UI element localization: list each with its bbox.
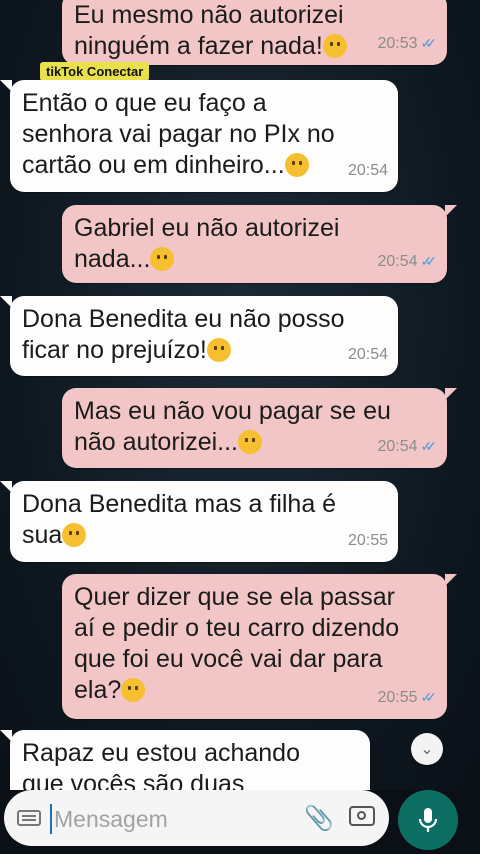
paperclip-icon[interactable]: 📎 [304,804,334,833]
message-text: Rapaz eu estou achando que vocês são dua… [22,739,300,790]
message-time: 20:54 [347,162,388,179]
message-meta: 20:54 ✓✓ [377,246,437,277]
message-time: 20:55 [347,532,388,549]
message-in[interactable]: Rapaz eu estou achando que vocês são dua… [0,730,370,790]
fuming-face-emoji [322,34,347,58]
mic-button[interactable] [398,790,458,850]
message-out[interactable]: Gabriel eu não autorizei nada... 20:54 ✓✓ [62,205,457,283]
message-out[interactable]: Mas eu não vou pagar se eu não autorizei… [62,388,457,468]
worried-face-emoji [206,338,231,362]
double-check-icon: ✓✓ [420,438,438,454]
fuming-face-emoji [238,430,262,454]
message-input[interactable]: Mensagem 📎 [4,790,389,846]
double-check-icon: ✓✓ [420,689,438,705]
message-out[interactable]: Eu mesmo não autorizei ninguém a fazer n… [62,0,447,65]
message-in[interactable]: Então o que eu faço a senhora vai pagar … [0,80,398,192]
double-check-icon: ✓✓ [420,35,438,51]
hushed-face-emoji [62,523,87,547]
message-text: Dona Benedita eu não posso ficar no prej… [22,305,345,364]
message-text: Mas eu não vou pagar se eu não autorizei… [74,397,391,456]
fuming-face-emoji [150,247,175,271]
watermark-badge: tikTok Conectar [40,62,150,81]
message-in[interactable]: Dona Benedita mas a filha é sua 20:55 [0,481,398,562]
text-caret [50,804,52,834]
keyboard-icon[interactable] [17,810,41,826]
message-meta: 20:54 [348,155,388,186]
thinking-face-emoji [284,153,309,177]
scroll-down-button[interactable]: ⌄ [411,733,443,765]
message-meta: 20:54 ✓✓ [377,431,437,462]
chat-area[interactable]: Eu mesmo não autorizei ninguém a fazer n… [0,0,480,790]
chevron-down-icon: ⌄ [420,741,434,758]
camera-icon[interactable] [349,806,375,826]
message-meta: 20:53 ✓✓ [377,28,437,59]
message-time: 20:53 [377,35,418,52]
message-time: 20:54 [377,438,418,455]
message-time: 20:55 [377,689,418,706]
message-placeholder: Mensagem [54,806,168,832]
mic-icon [418,808,438,832]
message-time: 20:54 [377,253,418,270]
message-text: Eu mesmo não autorizei ninguém a fazer n… [74,1,344,60]
message-in[interactable]: Dona Benedita eu não posso ficar no prej… [0,296,398,376]
raised-eyebrow-face-emoji [121,678,146,702]
double-check-icon: ✓✓ [420,253,438,269]
composer-bar: Mensagem 📎 [0,790,480,854]
message-text: Gabriel eu não autorizei nada... [74,214,340,273]
message-meta: 20:55 ✓✓ [377,682,437,713]
message-meta: 20:54 [348,339,388,370]
message-time: 20:54 [347,346,388,363]
message-out[interactable]: Quer dizer que se ela passar aí e pedir … [62,574,457,719]
message-meta: 20:55 [348,525,388,556]
